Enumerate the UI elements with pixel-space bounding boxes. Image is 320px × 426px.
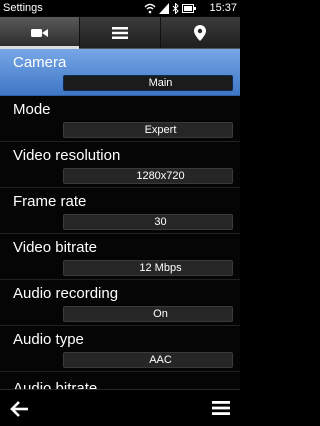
tab-bar [0,17,240,49]
setting-video-bitrate[interactable]: Video bitrate 12 Mbps [0,234,240,280]
setting-value-field[interactable]: AAC [63,352,233,368]
status-bar: Settings 15:37 [0,0,240,16]
setting-label: Audio type [13,331,84,348]
setting-label: Video resolution [13,147,121,164]
setting-value-field[interactable]: 30 [63,214,233,230]
status-title: Settings [3,2,43,14]
setting-audio-recording[interactable]: Audio recording On [0,280,240,326]
setting-audio-type[interactable]: Audio type AAC [0,326,240,372]
setting-value-field[interactable]: Main [63,75,233,91]
setting-label: Audio bitrate [13,380,98,389]
wifi-icon [144,3,156,13]
tab-video[interactable] [0,17,81,49]
setting-value-field[interactable]: 12 Mbps [63,260,233,276]
back-arrow-icon[interactable] [10,399,30,419]
setting-label: Audio recording [13,285,119,302]
setting-label: Camera [13,54,67,71]
signal-strength-icon [159,2,169,14]
menu-icon[interactable] [212,400,230,416]
tab-location[interactable] [161,17,240,48]
settings-list: Camera Main Mode Expert Video resolution… [0,49,240,389]
settings-screen: Settings 15:37 Camera Main Mode Expert V… [0,0,240,426]
video-camera-icon [30,28,48,37]
setting-label: Mode [13,101,51,118]
setting-value-field[interactable]: Expert [63,122,233,138]
status-icons [144,2,196,14]
setting-camera[interactable]: Camera Main [0,49,240,96]
setting-audio-bitrate[interactable]: Audio bitrate [0,372,240,389]
setting-label: Frame rate [13,193,87,210]
tab-general[interactable] [80,17,161,48]
bottom-toolbar [0,389,240,426]
battery-icon [182,3,196,13]
list-icon [111,26,128,39]
status-time: 15:37 [209,2,237,14]
setting-label: Video bitrate [13,239,97,256]
setting-mode[interactable]: Mode Expert [0,96,240,142]
setting-value-field[interactable]: On [63,306,233,322]
setting-video-resolution[interactable]: Video resolution 1280x720 [0,142,240,188]
location-pin-icon [194,24,207,41]
setting-frame-rate[interactable]: Frame rate 30 [0,188,240,234]
setting-value-field[interactable]: 1280x720 [63,168,233,184]
bluetooth-icon [172,2,179,14]
